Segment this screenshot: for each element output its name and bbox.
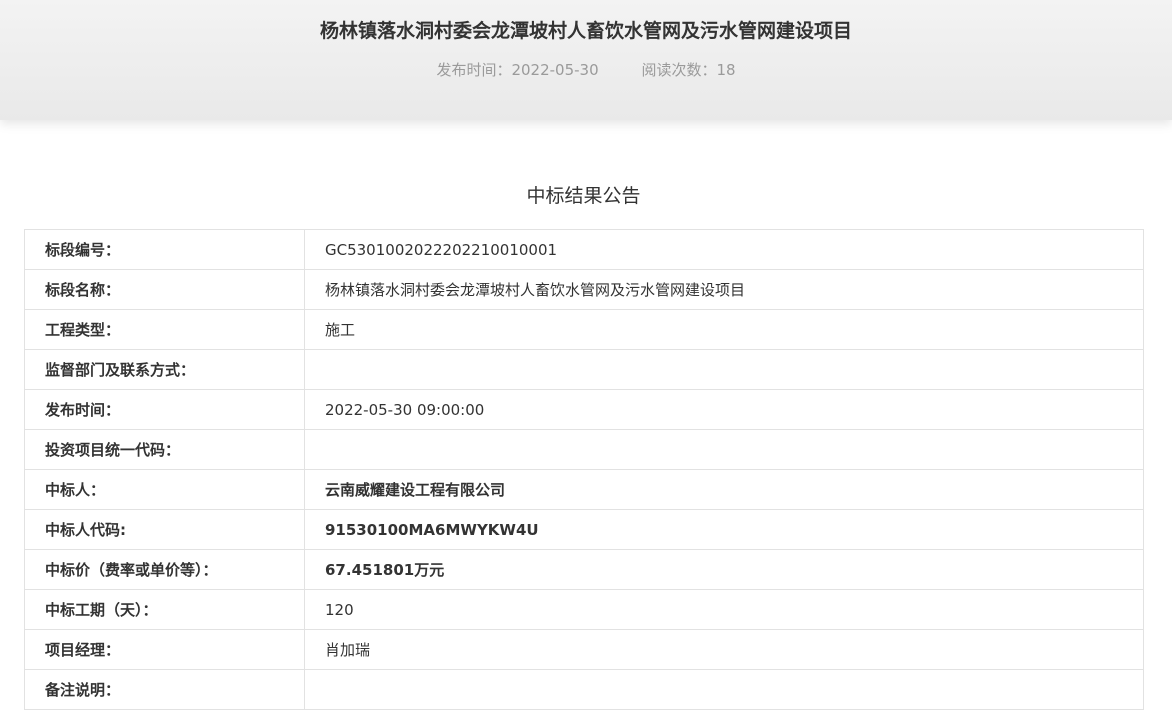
row-label: 备注说明： (24, 669, 305, 710)
row-label: 发布时间： (24, 389, 305, 430)
row-label: 中标工期（天）： (24, 589, 305, 630)
article-header: 杨林镇落水洞村委会龙潭坡村人畜饮水管网及污水管网建设项目 发布时间：2022-0… (0, 0, 1172, 120)
read-count: 阅读次数：18 (641, 61, 736, 79)
row-value (304, 349, 1144, 390)
row-label: 标段名称： (24, 269, 305, 310)
article-title: 杨林镇落水洞村委会龙潭坡村人畜饮水管网及污水管网建设项目 (319, 20, 852, 42)
row-label: 中标价（费率或单价等）： (24, 549, 305, 590)
table-row: 发布时间： 2022-05-30 09:00:00 (24, 389, 1144, 430)
row-value (304, 429, 1144, 470)
row-value: 肖加瑞 (304, 629, 1144, 670)
row-value: 2022-05-30 09:00:00 (304, 389, 1144, 430)
row-value: 67.451801万元 (304, 549, 1144, 590)
row-label: 监督部门及联系方式： (24, 349, 305, 390)
row-label: 中标人： (24, 469, 305, 510)
row-value: 施工 (304, 309, 1144, 350)
row-value: 杨林镇落水洞村委会龙潭坡村人畜饮水管网及污水管网建设项目 (304, 269, 1144, 310)
table-row: 投资项目统一代码： (24, 429, 1144, 470)
table-row: 标段名称： 杨林镇落水洞村委会龙潭坡村人畜饮水管网及污水管网建设项目 (24, 269, 1144, 310)
row-value: 120 (304, 589, 1144, 630)
table-row: 中标人： 云南威耀建设工程有限公司 (24, 469, 1144, 510)
table-row: 监督部门及联系方式： (24, 349, 1144, 390)
bid-result-table: 标段编号： GC5301002022202210010001 标段名称： 杨林镇… (24, 229, 1144, 710)
table-row: 中标工期（天）： 120 (24, 589, 1144, 630)
notice-heading: 中标结果公告 (526, 185, 641, 207)
row-label: 工程类型： (24, 309, 305, 350)
row-value: GC5301002022202210010001 (304, 229, 1144, 270)
row-value (304, 669, 1144, 710)
table-row: 中标人代码: 91530100MA6MWYKW4U (24, 509, 1144, 550)
table-row: 项目经理： 肖加瑞 (24, 629, 1144, 670)
publish-time: 发布时间：2022-05-30 (436, 61, 599, 79)
table-row: 中标价（费率或单价等）： 67.451801万元 (24, 549, 1144, 590)
row-label: 标段编号： (24, 229, 305, 270)
row-label: 项目经理： (24, 629, 305, 670)
row-label: 投资项目统一代码： (24, 429, 305, 470)
table-row: 标段编号： GC5301002022202210010001 (24, 229, 1144, 270)
row-value: 云南威耀建设工程有限公司 (304, 469, 1144, 510)
table-row: 备注说明： (24, 669, 1144, 710)
row-label: 中标人代码: (24, 509, 305, 550)
article-meta: 发布时间：2022-05-30 阅读次数：18 (0, 58, 1172, 82)
table-row: 工程类型： 施工 (24, 309, 1144, 350)
row-value: 91530100MA6MWYKW4U (304, 509, 1144, 550)
